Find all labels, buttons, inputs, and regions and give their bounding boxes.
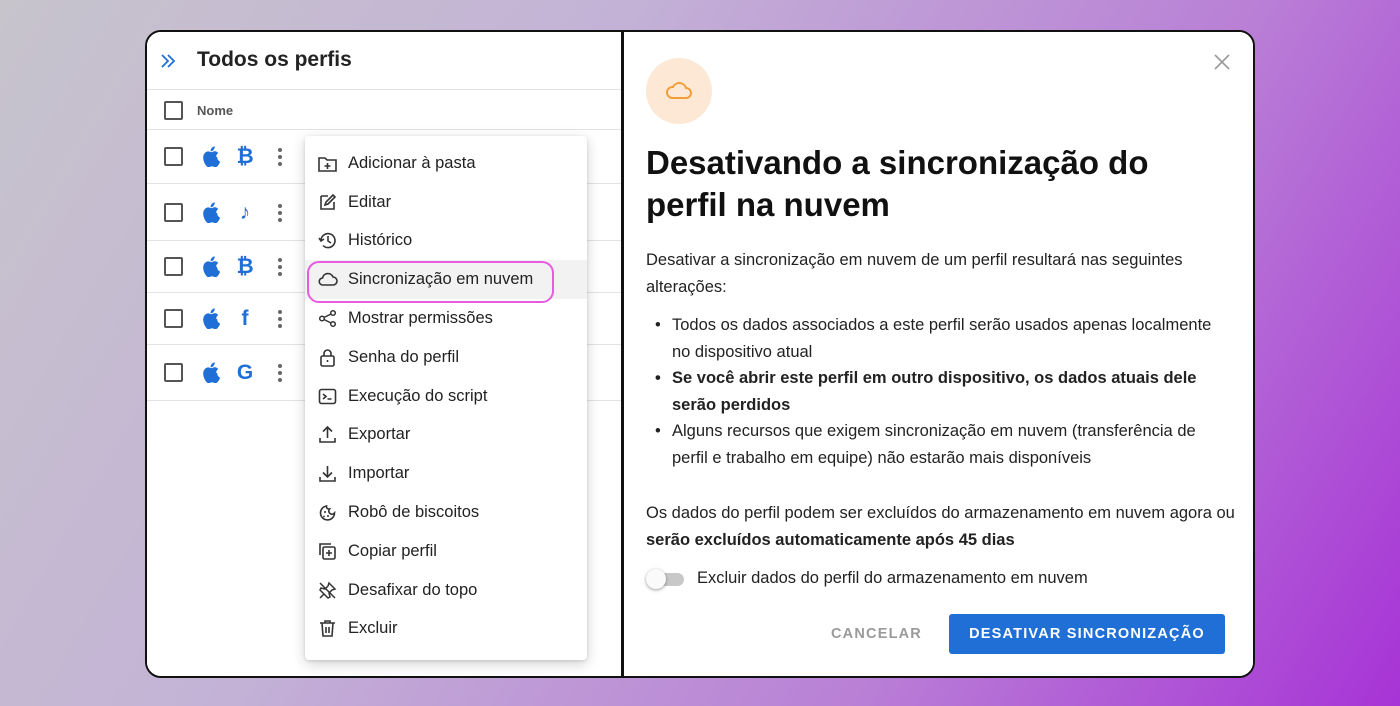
menu-item-label: Robô de biscoitos [348,503,480,522]
page-title: Todos os perfis [197,48,352,71]
toggle-label: Excluir dados do perfil do armazenamento… [697,569,1088,587]
folder-plus-icon [318,157,337,172]
share-icon [318,310,337,328]
kebab-menu-icon[interactable] [274,363,286,383]
lock-icon [320,349,335,367]
dialog-note: Os dados do perfil podem ser excluídos d… [646,500,1236,553]
menu-item-label: Copiar perfil [348,541,437,560]
note-text: Os dados do perfil podem ser excluídos d… [646,504,1235,522]
menu-item-history[interactable]: Histórico [305,222,587,261]
menu-item-label: Exportar [348,425,411,444]
cloud-badge [646,58,712,124]
disable-sync-button[interactable]: DESATIVAR SINCRONIZAÇÃO [949,614,1225,654]
menu-item-folder-plus[interactable]: Adicionar à pasta [305,144,587,183]
menu-item-copy[interactable]: Copiar perfil [305,532,587,571]
menu-item-lock[interactable]: Senha do perfil [305,338,587,377]
edit-icon [320,193,337,210]
bitcoin-icon: ₿ [236,255,254,278]
cancel-button[interactable]: CANCELAR [814,614,939,654]
close-icon[interactable] [1212,52,1232,72]
apple-icon [202,255,222,278]
menu-item-label: Execução do script [348,386,488,405]
menu-item-label: Editar [348,192,392,211]
profiles-panel: Todos os perfis Nome ₿ ♪ ₿ f G Adicionar à p… [147,32,621,676]
row-checkbox[interactable] [164,257,183,276]
menu-item-cookie[interactable]: Robô de biscoitos [305,493,587,532]
dialog-intro: Desativar a sincronização em nuvem de um… [646,251,1183,296]
toggle-knob [646,569,666,589]
menu-item-share[interactable]: Mostrar permissões [305,299,587,338]
kebab-menu-icon[interactable] [274,203,286,223]
select-all-checkbox[interactable] [164,101,183,120]
google-icon: G [236,361,254,384]
menu-item-label: Mostrar permissões [348,309,493,328]
row-checkbox[interactable] [164,363,183,382]
changes-list: Todos os dados associados a este perfil … [654,312,1234,471]
history-icon [318,233,336,249]
bitcoin-icon: ₿ [236,145,254,168]
row-checkbox[interactable] [164,203,183,222]
cloud-icon [318,273,338,287]
trash-icon [320,620,335,638]
list-item: Alguns recursos que exigem sincronização… [654,418,1234,471]
dialog-title: Desativando a sincronização do perfil na… [646,144,1149,223]
copy-icon [319,543,336,560]
menu-item-label: Histórico [348,231,413,250]
menu-item-trash[interactable]: Excluir [305,610,587,649]
menu-item-label: Senha do perfil [348,347,459,366]
disable-sync-dialog: Desativando a sincronização do perfil na… [624,32,1253,676]
terminal-icon [318,388,337,404]
menu-item-label: Adicionar à pasta [348,153,476,172]
download-icon [319,466,336,483]
kebab-menu-icon[interactable] [274,257,286,277]
menu-item-label: Excluir [348,619,398,638]
apple-icon [202,145,222,168]
cloud-icon [666,82,692,99]
table-header: Nome [147,90,621,130]
profiles-header: Todos os perfis [147,32,621,90]
note-bold-text: serão excluídos automaticamente após 45 … [646,530,1015,549]
apple-icon [202,201,222,224]
menu-item-upload[interactable]: Exportar [305,416,587,455]
apple-icon [202,307,222,330]
menu-item-label: Desafixar do topo [348,580,478,599]
tiktok-icon: ♪ [239,201,251,224]
menu-item-unpin[interactable]: Desafixar do topo [305,571,587,610]
menu-item-label: Sincronização em nuvem [348,270,534,289]
apple-icon [202,361,222,384]
double-chevron-right-icon[interactable] [159,52,177,70]
app-window: Todos os perfis Nome ₿ ♪ ₿ f G Adicionar à p… [145,30,1255,678]
cookie-icon [319,505,336,521]
delete-cloud-data-toggle[interactable] [646,569,686,589]
kebab-menu-icon[interactable] [274,147,286,167]
row-checkbox[interactable] [164,309,183,328]
upload-icon [319,426,336,444]
menu-item-download[interactable]: Importar [305,454,587,493]
menu-item-terminal[interactable]: Execução do script [305,377,587,416]
kebab-menu-icon[interactable] [274,309,286,329]
column-header-name[interactable]: Nome [197,103,233,118]
menu-item-edit[interactable]: Editar [305,183,587,222]
row-checkbox[interactable] [164,147,183,166]
unpin-icon [319,581,337,599]
menu-item-label: Importar [348,464,410,483]
list-item: Todos os dados associados a este perfil … [654,312,1234,365]
profile-context-menu: Adicionar à pasta Editar Histórico Sincroni… [305,136,587,660]
menu-item-cloud[interactable]: Sincronização em nuvem [305,260,587,304]
list-item: Se você abrir este perfil em outro dispo… [654,365,1234,418]
facebook-icon: f [241,307,249,330]
